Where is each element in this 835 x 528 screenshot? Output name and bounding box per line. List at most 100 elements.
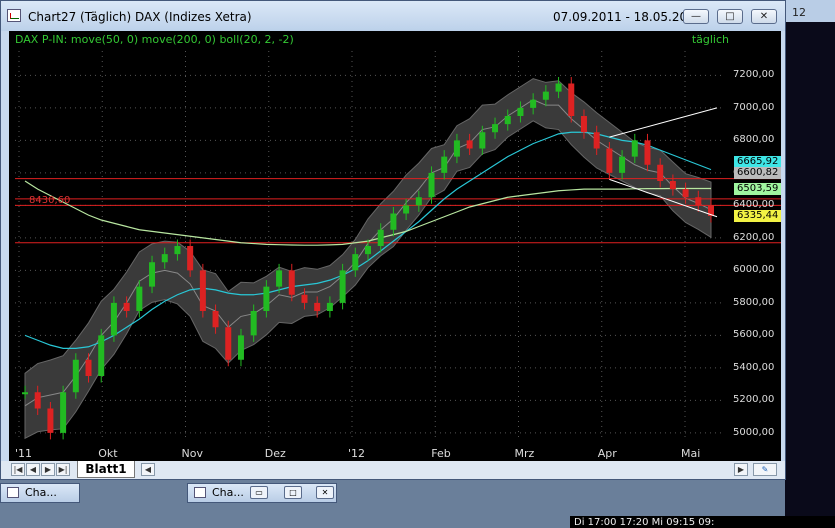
candle-body [504, 116, 511, 125]
candle-body [580, 116, 587, 133]
x-axis-label: Mai [681, 447, 701, 460]
candle-body [492, 124, 499, 133]
candle-body [669, 181, 676, 190]
candle-body [225, 327, 232, 360]
y-axis-label: 7000,00 [733, 101, 775, 113]
x-axis-label: Feb [431, 447, 451, 460]
price-chart[interactable] [9, 31, 781, 461]
candle-body [85, 359, 92, 376]
scroll-left-button[interactable]: ◀ [141, 463, 155, 476]
candle-body [72, 359, 79, 393]
candle-body [644, 140, 651, 165]
scroll-right-button[interactable]: ▶ [734, 463, 748, 476]
level-annotation: 8430,60 [29, 195, 71, 206]
candle-body [314, 302, 321, 311]
prev-sheet-button[interactable]: ◀ [26, 463, 40, 476]
candle-body [657, 164, 664, 181]
y-axis-label: 6800,00 [733, 134, 775, 146]
first-sheet-button[interactable]: |◀ [11, 463, 25, 476]
indicator-legend: DAX P-IN: move(50, 0) move(200, 0) boll(… [15, 33, 294, 46]
x-axis-label: Okt [98, 447, 118, 460]
candle-body [695, 197, 702, 206]
candle-body [403, 205, 410, 214]
current-value-label: 6600,82 [734, 166, 782, 179]
y-axis-label: 6200,00 [733, 231, 775, 243]
y-axis-label: 5800,00 [733, 296, 775, 308]
candle-body [110, 302, 117, 336]
candle-body [593, 132, 600, 149]
candle-body [530, 99, 537, 108]
chart-area[interactable]: DAX P-IN: move(50, 0) move(200, 0) boll(… [9, 31, 782, 461]
minimized-window-1[interactable]: Cha... [0, 483, 80, 503]
candle-body [352, 254, 359, 271]
minimize-button[interactable]: — [683, 9, 709, 24]
background-number: 12 [792, 6, 806, 19]
background-app [785, 0, 835, 528]
minimized-label: Cha... [25, 486, 57, 499]
candle-body [276, 270, 283, 287]
y-axis-label: 5200,00 [733, 394, 775, 406]
close-button[interactable]: ✕ [751, 9, 777, 24]
window-title: Chart27 (Täglich) DAX (Indizes Xetra) [28, 10, 252, 24]
candle-body [199, 270, 206, 311]
trend-line-upper [609, 107, 718, 138]
candle-body [466, 140, 473, 149]
sheet-tab-bar: |◀ ◀ ▶ ▶| Blatt1 ◀ ▶ ✎ [1, 461, 785, 479]
candle-body [682, 189, 689, 198]
candle-body [542, 91, 549, 100]
candle-body [441, 156, 448, 173]
candle-body [149, 262, 156, 287]
current-value-label: 6503,59 [734, 182, 782, 195]
candle-body [288, 270, 295, 295]
chart-app-icon [7, 9, 21, 22]
draw-tool-icon[interactable]: ✎ [753, 463, 777, 476]
restore-button[interactable]: ▭ [250, 486, 268, 499]
y-axis-label: 5400,00 [733, 361, 775, 373]
minimized-window-2[interactable]: Cha... ▭ □ ✕ [187, 483, 337, 503]
chart-app-icon [194, 487, 206, 498]
candle-body [301, 294, 308, 303]
x-axis-label: '12 [348, 447, 366, 460]
candle-body [161, 254, 168, 263]
candle-body [606, 148, 613, 173]
last-sheet-button[interactable]: ▶| [56, 463, 70, 476]
x-axis-label: '11 [15, 447, 33, 460]
candle-body [517, 107, 524, 116]
candle-body [47, 408, 54, 433]
candle-body [631, 140, 638, 157]
y-axis-label: 6000,00 [733, 264, 775, 276]
maximize-button[interactable]: □ [284, 486, 302, 499]
candle-body [365, 246, 371, 255]
x-axis-label: Apr [597, 447, 617, 460]
candle-body [263, 286, 270, 311]
y-axis-label: 5000,00 [733, 426, 775, 438]
candle-body [619, 156, 626, 173]
frequency-label: täglich [691, 33, 729, 46]
candle-body [568, 83, 575, 116]
candle-body [60, 392, 67, 433]
candle-body [377, 229, 384, 246]
candle-body [415, 197, 422, 206]
next-sheet-button[interactable]: ▶ [41, 463, 55, 476]
x-axis-label: Mrz [514, 447, 535, 460]
x-axis-label: Dez [264, 447, 286, 460]
candle-body [212, 311, 219, 328]
candle-body [174, 246, 181, 255]
candle-body [428, 172, 435, 198]
maximize-button[interactable]: □ [717, 9, 743, 24]
sheet-tab-blatt1[interactable]: Blatt1 [77, 461, 135, 478]
candle-body [237, 335, 244, 360]
y-axis-label: 7200,00 [733, 69, 775, 81]
background-time-labels: Di 17:00 17:20 Mi 09:15 09: [574, 517, 715, 528]
title-bar[interactable]: Chart27 (Täglich) DAX (Indizes Xetra) 07… [1, 1, 785, 31]
candle-body [479, 132, 486, 149]
candle-body [453, 140, 460, 157]
candle-body [555, 83, 562, 92]
candle-body [250, 311, 257, 336]
candle-body [339, 270, 346, 303]
current-value-label: 6335,44 [734, 209, 782, 222]
candle-body [123, 302, 130, 311]
close-button[interactable]: ✕ [316, 486, 334, 499]
candle-body [98, 335, 105, 376]
candle-body [187, 246, 194, 271]
